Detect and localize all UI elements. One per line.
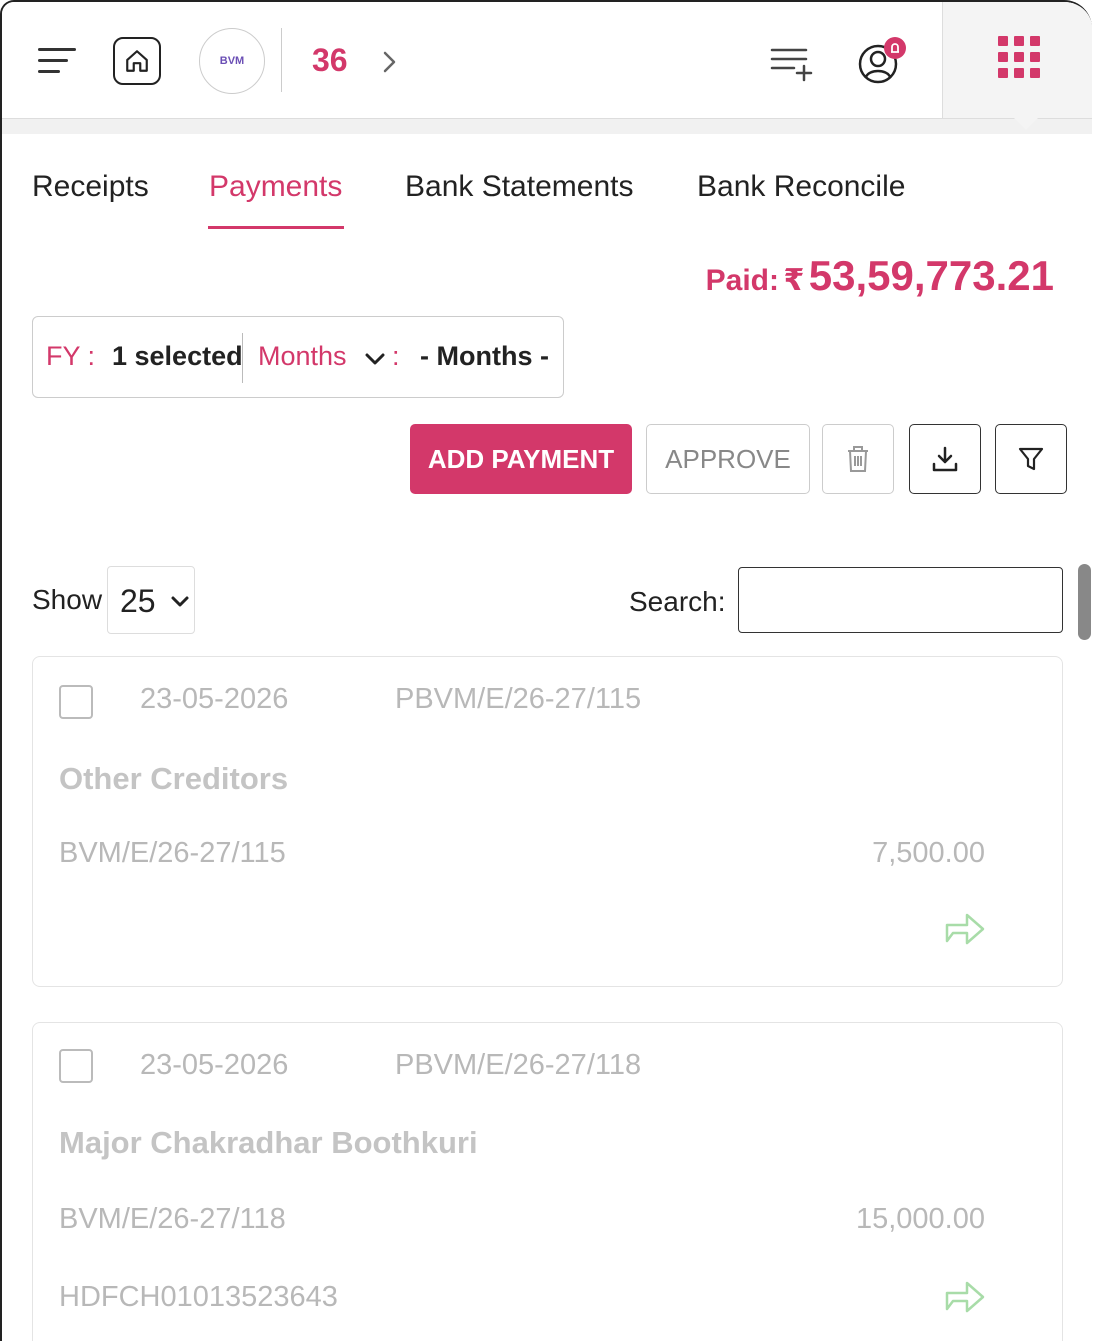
approve-button[interactable]: APPROVE [646, 424, 810, 494]
currency-symbol: ₹ [783, 264, 805, 297]
header-divider [281, 28, 282, 92]
paid-label: Paid: [705, 264, 779, 297]
filter-icon [1018, 447, 1044, 471]
filter-button[interactable] [995, 424, 1067, 494]
add-payment-button[interactable]: ADD PAYMENT [410, 424, 632, 494]
app-frame: BVM 36 Receipts Payments Bank Statements… [0, 0, 1092, 1341]
payment-card[interactable]: 23-05-2026 PBVM/E/26-27/118 Major Chakra… [32, 1022, 1063, 1341]
paid-amount: 53,59,773.21 [808, 252, 1054, 299]
payment-amount: 7,500.00 [872, 837, 985, 869]
logo-text: BVM [219, 55, 245, 67]
voucher-number: BVM/E/26-27/118 [59, 1203, 286, 1235]
row-checkbox[interactable] [59, 685, 93, 719]
page-size-value: 25 [120, 583, 156, 619]
payment-card[interactable]: 23-05-2026 PBVM/E/26-27/115 Other Credit… [32, 656, 1063, 987]
home-icon [126, 50, 148, 72]
fy-select[interactable]: 1 selected [112, 341, 243, 372]
tab-bank-reconcile[interactable]: Bank Reconcile [697, 170, 905, 204]
tab-receipts[interactable]: Receipts [32, 170, 149, 204]
chevron-down-icon[interactable] [364, 351, 386, 367]
download-button[interactable] [909, 424, 981, 494]
home-button[interactable] [113, 37, 161, 85]
header-divider-bar [2, 118, 1092, 134]
months-label[interactable]: Months [258, 341, 347, 372]
row-checkbox[interactable] [59, 1049, 93, 1083]
record-count: 36 [312, 42, 348, 78]
delete-button[interactable] [822, 424, 894, 494]
payment-date: 23-05-2026 [140, 1049, 289, 1081]
apps-notch [1014, 118, 1038, 130]
page-size-select[interactable]: 25 [107, 566, 195, 634]
show-label: Show [32, 584, 103, 615]
party-name: Other Creditors [59, 761, 289, 796]
months-select[interactable]: - Months - [420, 341, 549, 372]
top-header: BVM 36 [2, 2, 1092, 120]
payment-amount: 15,000.00 [855, 1203, 985, 1235]
paid-summary: Paid: ₹ 53,59,773.21 [706, 252, 1054, 300]
open-arrow-icon[interactable] [943, 911, 987, 947]
org-logo: BVM [199, 28, 265, 94]
chevron-down-icon [171, 596, 189, 607]
open-arrow-icon[interactable] [943, 1279, 987, 1315]
party-name: Major Chakradhar Boothkuri [59, 1125, 478, 1160]
payment-date: 23-05-2026 [140, 683, 289, 715]
search-label: Search: [629, 586, 726, 617]
download-icon [932, 446, 958, 472]
user-notification-icon[interactable] [856, 36, 908, 86]
chevron-right-icon[interactable] [378, 48, 402, 76]
scrollbar-thumb[interactable] [1078, 564, 1091, 640]
add-list-icon[interactable] [768, 42, 814, 82]
tab-bank-statements[interactable]: Bank Statements [405, 170, 633, 204]
fy-label: FY : [46, 341, 96, 371]
months-colon: : [392, 341, 400, 371]
search-input[interactable] [738, 567, 1063, 633]
menu-icon[interactable] [38, 46, 80, 76]
payment-voucher-ref: PBVM/E/26-27/118 [395, 1049, 642, 1081]
trash-icon [848, 446, 868, 472]
payment-voucher-ref: PBVM/E/26-27/115 [395, 683, 642, 715]
voucher-number: BVM/E/26-27/115 [59, 837, 286, 869]
filter-bar: FY : 1 selected Months : - Months - [32, 316, 564, 398]
active-tab-indicator [208, 226, 344, 229]
reference-number: HDFCH01013523643 [59, 1281, 338, 1313]
apps-grid-icon[interactable] [998, 36, 1040, 78]
tab-payments[interactable]: Payments [209, 170, 342, 204]
filter-separator [242, 333, 243, 383]
